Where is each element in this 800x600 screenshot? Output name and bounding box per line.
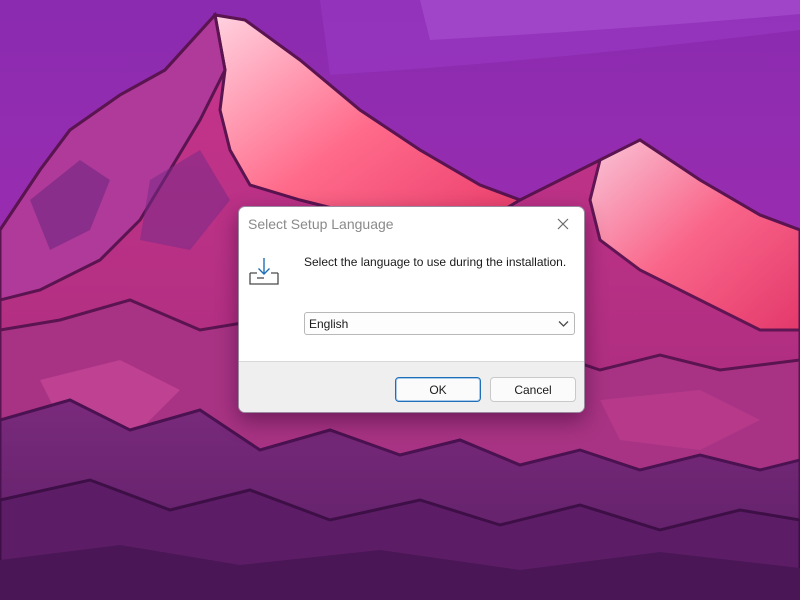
cancel-button[interactable]: Cancel: [490, 377, 576, 402]
dialog-footer: OK Cancel: [239, 361, 584, 412]
ok-button[interactable]: OK: [395, 377, 481, 402]
download-tray-icon: [249, 258, 279, 285]
dialog-titlebar[interactable]: Select Setup Language: [239, 207, 584, 241]
language-prompt: Select the language to use during the in…: [304, 255, 567, 269]
dialog-content: Select the language to use during the in…: [239, 241, 584, 361]
close-icon: [557, 218, 569, 230]
language-select-value: English: [309, 317, 349, 331]
dialog-title: Select Setup Language: [248, 216, 394, 232]
language-select[interactable]: English: [304, 312, 575, 335]
setup-language-dialog: Select Setup Language Select the languag…: [238, 206, 585, 413]
close-button[interactable]: [548, 211, 578, 237]
chevron-down-icon: [558, 321, 569, 327]
